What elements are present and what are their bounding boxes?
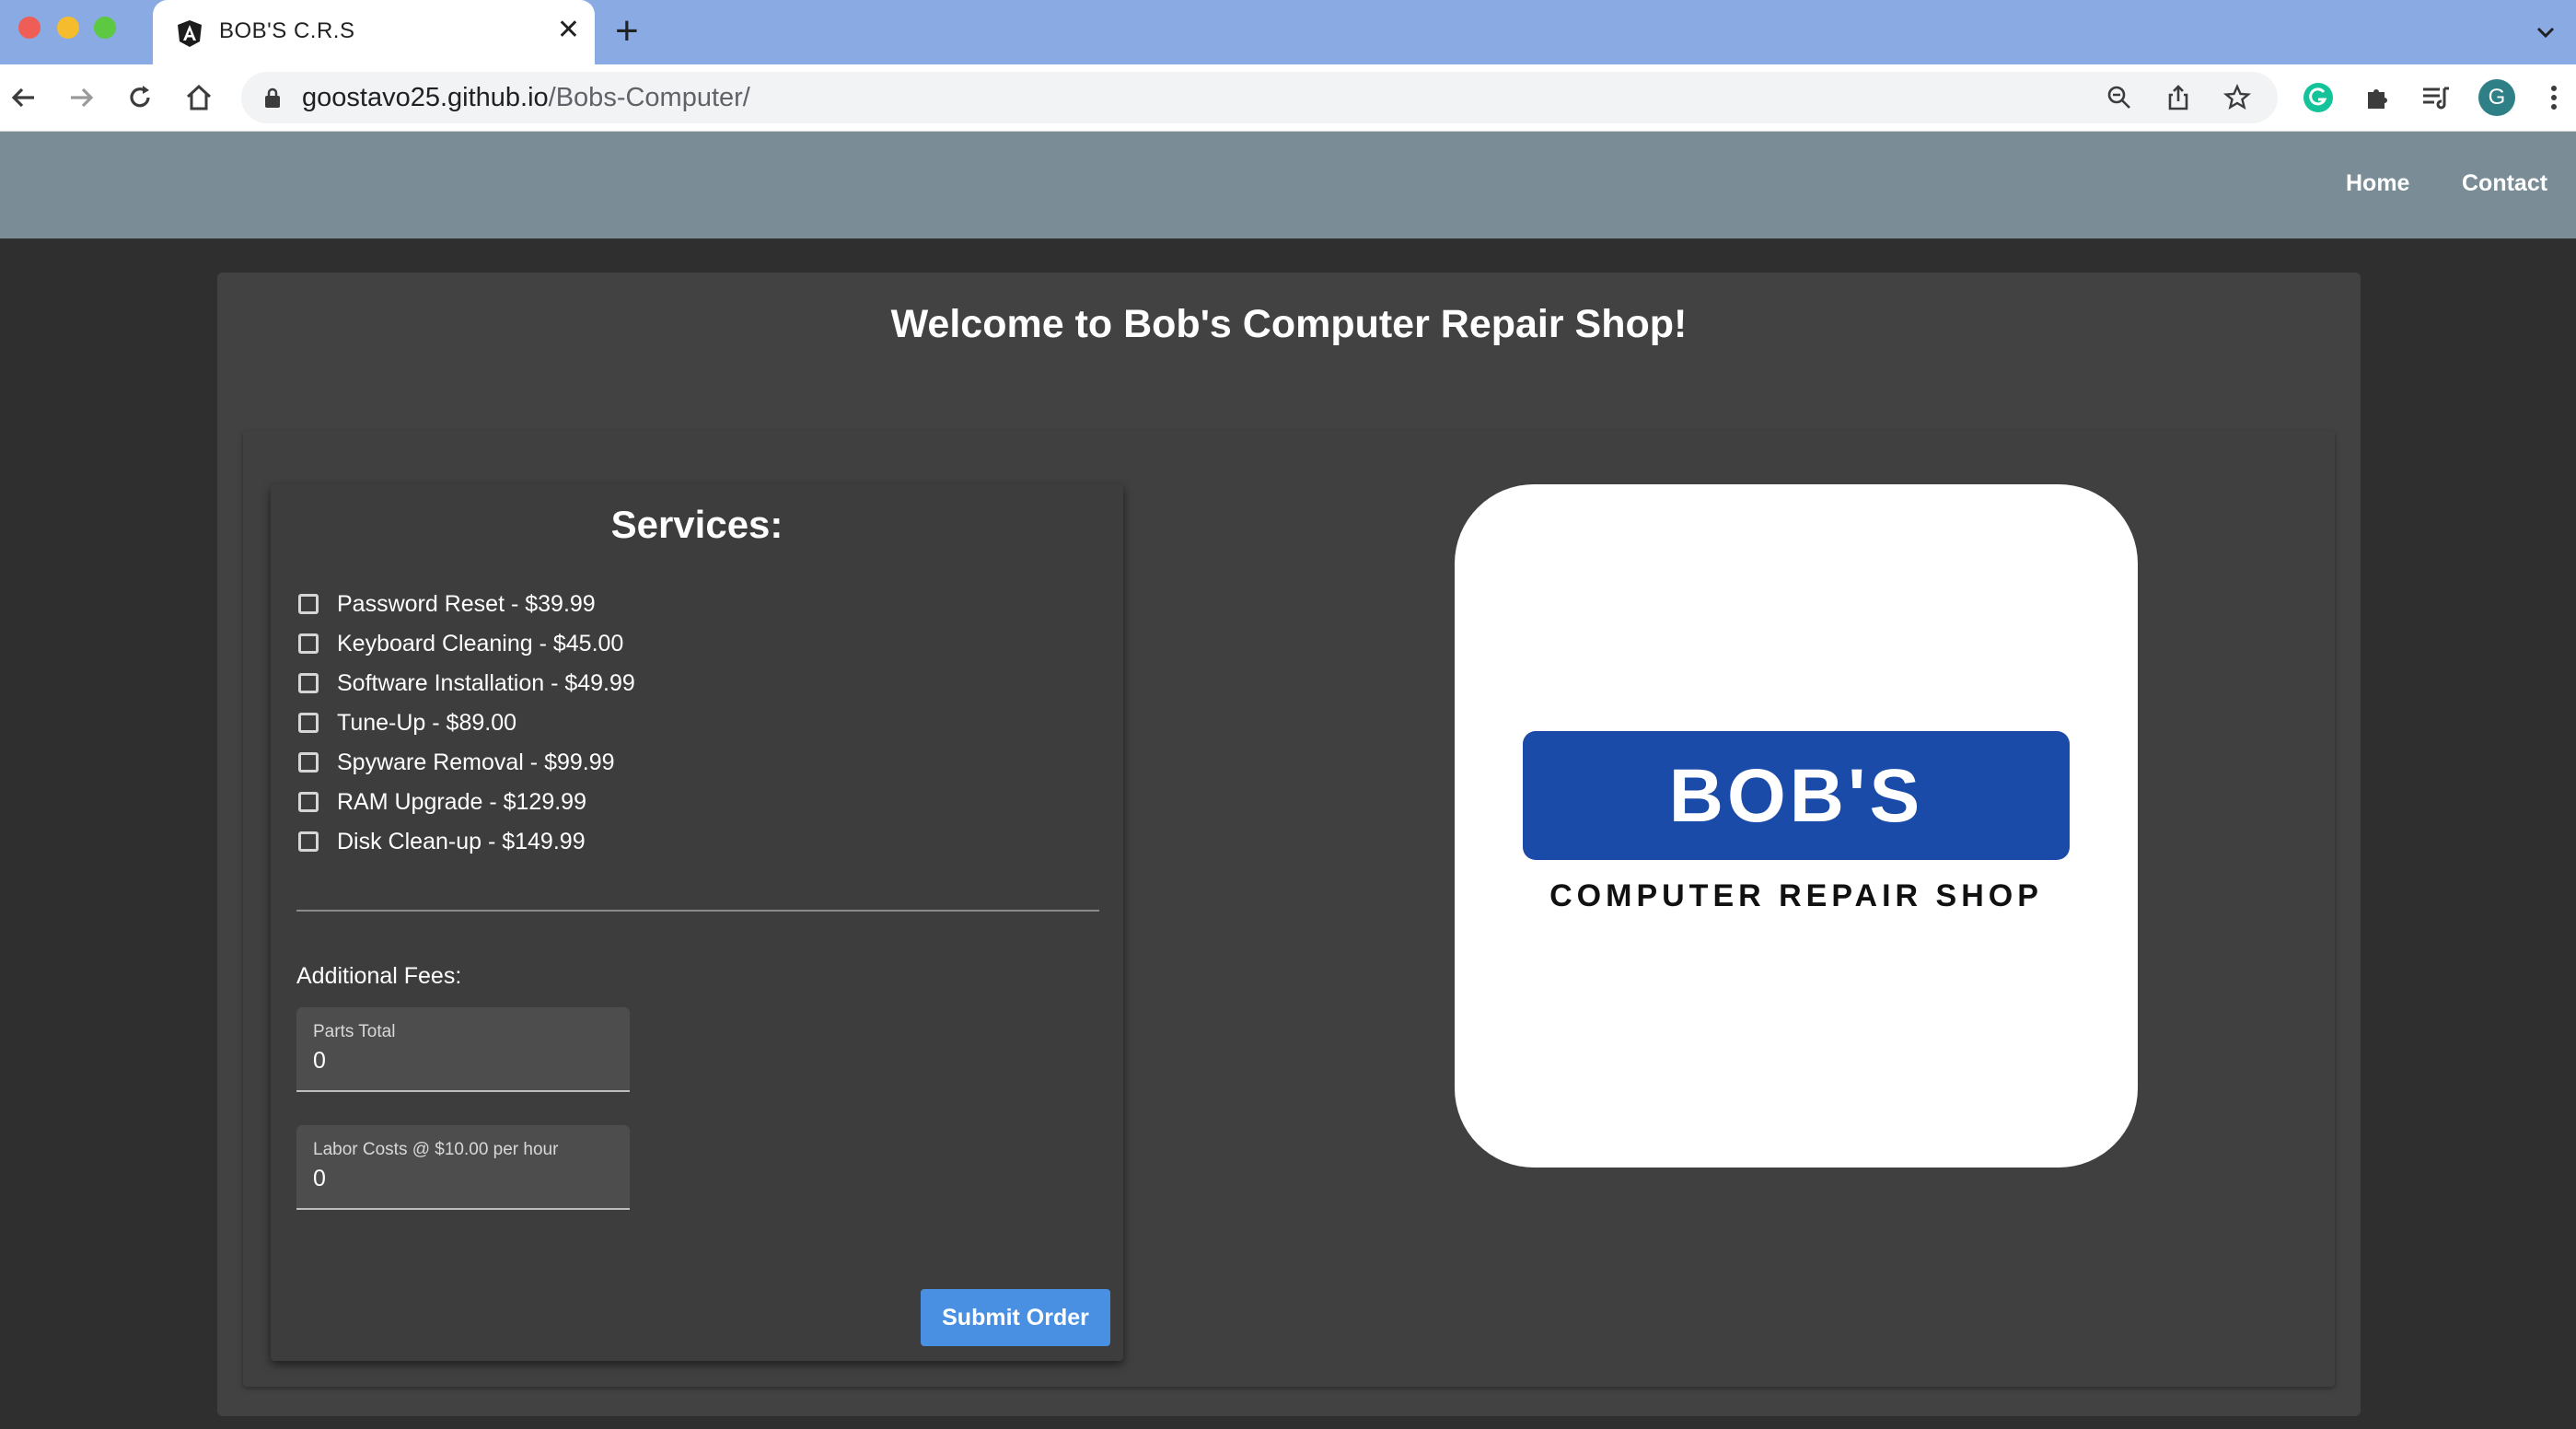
home-icon[interactable] [182,81,215,114]
service-checkbox[interactable] [298,831,319,852]
shop-logo: BOB'S COMPUTER REPAIR SHOP [1455,484,2138,1168]
service-label: Password Reset - $39.99 [337,591,596,617]
browser-toolbar: goostavo25.github.io/Bobs-Computer/ G [0,64,2576,132]
close-window-button[interactable] [18,17,41,39]
profile-avatar[interactable]: G [2478,79,2515,116]
labor-costs-field[interactable]: Labor Costs @ $10.00 per hour 0 [296,1125,630,1210]
service-label: RAM Upgrade - $129.99 [337,789,586,815]
service-item-software-installation[interactable]: Software Installation - $49.99 [296,667,757,706]
logo-subtitle: COMPUTER REPAIR SHOP [1549,878,2043,913]
additional-fees-title: Additional Fees: [296,963,462,989]
angular-icon [178,20,202,47]
divider [296,910,1099,912]
service-label: Spyware Removal - $99.99 [337,749,615,775]
service-label: Software Installation - $49.99 [337,670,635,696]
service-checkbox[interactable] [298,633,319,654]
main-card: Welcome to Bob's Computer Repair Shop! S… [217,273,2361,1416]
nav-home-link[interactable]: Home [2346,170,2409,197]
content-container: Services: Password Reset - $39.99 Keyboa… [243,431,2335,1387]
submit-order-button[interactable]: Submit Order [921,1289,1110,1346]
service-checkbox[interactable] [298,713,319,733]
grammarly-icon[interactable] [2302,81,2335,114]
service-label: Disk Clean-up - $149.99 [337,829,586,854]
parts-total-input[interactable]: 0 [313,1048,326,1075]
maximize-window-button[interactable] [94,17,116,39]
url-path: /Bobs-Computer/ [548,83,750,112]
services-card: Services: Password Reset - $39.99 Keyboa… [271,484,1123,1361]
address-bar[interactable]: goostavo25.github.io/Bobs-Computer/ [241,72,2278,123]
service-item-tune-up[interactable]: Tune-Up - $89.00 [296,706,757,746]
back-arrow-icon[interactable] [7,81,41,114]
labor-costs-input[interactable]: 0 [313,1166,326,1192]
logo-banner: BOB'S [1523,731,2070,860]
service-item-disk-clean-up[interactable]: Disk Clean-up - $149.99 [296,825,757,865]
zoom-icon[interactable] [2105,83,2134,112]
reload-icon[interactable] [123,81,157,114]
parts-total-field[interactable]: Parts Total 0 [296,1007,630,1092]
bookmark-star-icon[interactable] [2222,83,2252,112]
new-tab-icon[interactable]: + [615,11,639,52]
service-item-password-reset[interactable]: Password Reset - $39.99 [296,587,757,627]
url-text: goostavo25.github.io/Bobs-Computer/ [302,83,750,113]
service-checkbox[interactable] [298,673,319,693]
browser-tab[interactable]: BOB'S C.R.S ✕ [153,0,595,64]
service-label: Keyboard Cleaning - $45.00 [337,631,624,656]
service-item-spyware-removal[interactable]: Spyware Removal - $99.99 [296,746,757,785]
url-host: goostavo25.github.io [302,83,549,112]
browser-tab-bar: BOB'S C.R.S ✕ + [0,0,2576,64]
service-item-ram-upgrade[interactable]: RAM Upgrade - $129.99 [296,785,757,825]
labor-costs-label: Labor Costs @ $10.00 per hour [313,1140,559,1159]
chevron-down-icon[interactable] [2534,20,2558,44]
reading-list-icon[interactable] [2419,81,2453,114]
close-tab-icon[interactable]: ✕ [557,17,580,44]
nav-contact-link[interactable]: Contact [2462,170,2547,197]
site-header: Home Contact [0,132,2576,238]
parts-total-label: Parts Total [313,1022,396,1041]
service-checkbox[interactable] [298,792,319,812]
service-checkbox[interactable] [298,594,319,614]
service-item-keyboard-cleaning[interactable]: Keyboard Cleaning - $45.00 [296,627,757,667]
service-checkbox[interactable] [298,752,319,773]
service-list: Password Reset - $39.99 Keyboard Cleanin… [296,587,757,865]
tab-title: BOB'S C.R.S [219,18,355,43]
minimize-window-button[interactable] [57,17,79,39]
extensions-puzzle-icon[interactable] [2361,81,2394,114]
page-title: Welcome to Bob's Computer Repair Shop! [890,302,1688,346]
service-label: Tune-Up - $89.00 [337,710,517,736]
more-menu-icon[interactable] [2537,81,2570,114]
logo-name: BOB'S [1668,754,1924,838]
share-icon[interactable] [2164,83,2193,112]
forward-arrow-icon[interactable] [64,81,98,114]
services-title: Services: [610,503,783,546]
lock-icon [265,87,280,108]
